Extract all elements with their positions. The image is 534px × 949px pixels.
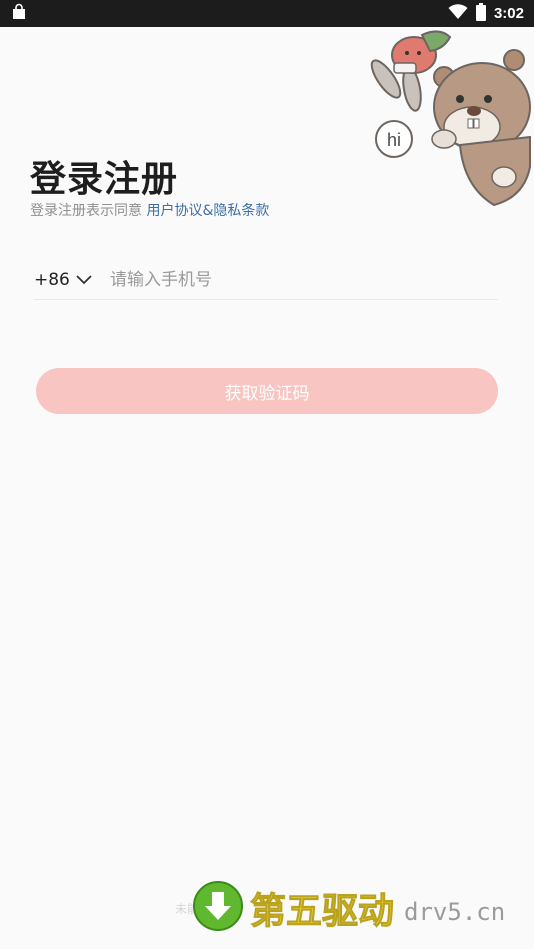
- country-code-value: +86: [34, 269, 70, 290]
- status-bar: 3:02: [0, 0, 534, 27]
- shopping-bag-icon: [10, 3, 28, 25]
- status-time: 3:02: [493, 5, 524, 22]
- speech-bubble-text: hi: [387, 130, 401, 150]
- download-arrow-icon: [192, 880, 244, 936]
- status-right: 3:02: [448, 2, 524, 25]
- battery-icon: [475, 2, 486, 25]
- get-verification-code-button[interactable]: 获取验证码: [36, 368, 498, 414]
- mascot-illustration: hi: [364, 27, 534, 217]
- agreement-link[interactable]: 用户协议&隐私条款: [146, 203, 269, 219]
- watermark: 第五驱动 drv5.cn: [192, 880, 505, 936]
- country-code-selector[interactable]: +86: [34, 270, 110, 290]
- phone-input-row: +86: [34, 260, 498, 300]
- page-title: 登录注册: [30, 159, 179, 200]
- phone-number-input[interactable]: [110, 269, 498, 290]
- agreement-text: 登录注册表示同意 用户协议&隐私条款: [30, 200, 269, 220]
- watermark-brand: 第五驱动: [249, 891, 395, 933]
- speech-bubble-icon: hi: [375, 120, 413, 158]
- chevron-down-icon: [76, 270, 92, 290]
- agreement-prefix: 登录注册表示同意: [30, 203, 147, 219]
- beaver-mascot-icon: [431, 49, 531, 207]
- watermark-domain: drv5.cn: [404, 898, 506, 926]
- status-left: [10, 3, 28, 25]
- wifi-icon: [448, 3, 468, 24]
